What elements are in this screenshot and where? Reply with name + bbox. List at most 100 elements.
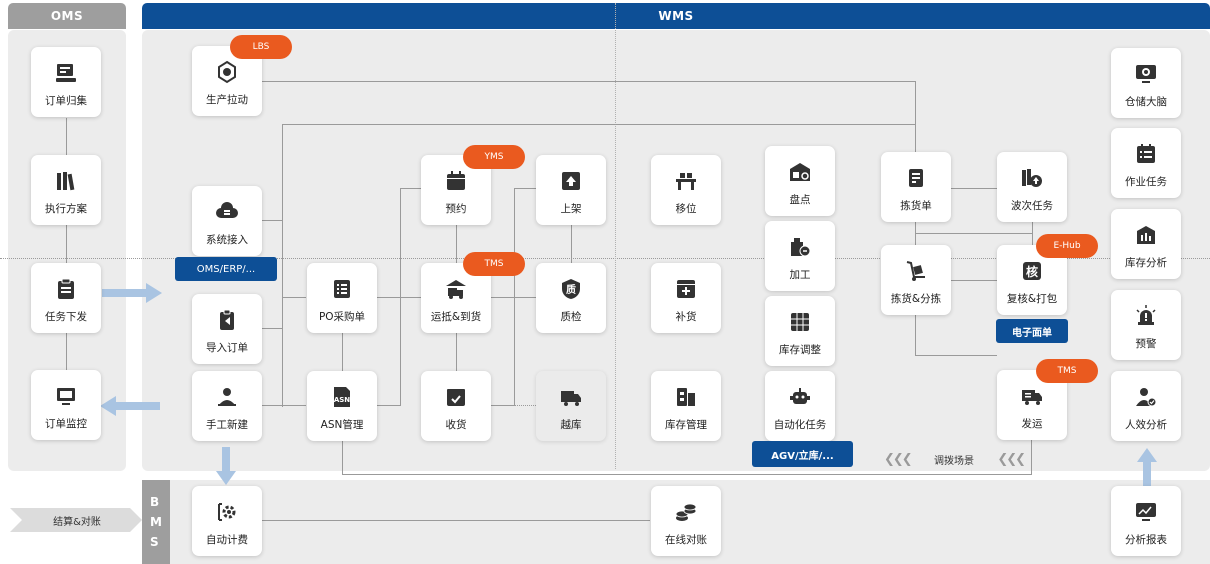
clipboard-icon (58, 278, 74, 299)
card-label: 仓储大脑 (1125, 96, 1167, 108)
calendar-icon (447, 171, 465, 190)
card-cross-dock[interactable]: 越库 (536, 371, 606, 441)
card-auto-billing[interactable]: 自动计费 (192, 486, 262, 556)
gear-icon (218, 503, 236, 521)
card-task-dispatch[interactable]: 任务下发 (31, 263, 101, 333)
arrow-left-icon (100, 396, 160, 416)
cloud-server-icon (216, 202, 238, 218)
divider-dotted-vertical (615, 3, 616, 469)
connector (456, 333, 457, 371)
connector (262, 220, 282, 221)
hexagon-network-icon (218, 60, 236, 84)
card-warning[interactable]: 预警 (1111, 290, 1181, 360)
bms-header-text: BMS (150, 492, 162, 552)
card-inventory-analysis[interactable]: 库存分析 (1111, 209, 1181, 279)
wms-header: WMS (142, 3, 1210, 29)
card-label: 预约 (445, 203, 467, 215)
card-manual-create[interactable]: 手工新建 (192, 371, 262, 441)
card-move[interactable]: 移位 (651, 155, 721, 225)
connector (514, 188, 536, 189)
chevrons-left-icon: ❮❮❮ (997, 451, 1026, 467)
card-stocktake[interactable]: 盘点 (765, 146, 835, 216)
card-label: 导入订单 (206, 342, 248, 354)
report-chart-icon (1136, 503, 1156, 521)
card-inventory-adjust[interactable]: 库存调整 (765, 296, 835, 366)
card-analysis-report[interactable]: 分析报表 (1111, 486, 1181, 556)
card-execution-plan[interactable]: 执行方案 (31, 155, 101, 225)
card-quality[interactable]: 质 质检 (536, 263, 606, 333)
card-shelve[interactable]: 上架 (536, 155, 606, 225)
move-shelf-icon (676, 173, 696, 190)
card-label: 上架 (560, 203, 582, 215)
books-icon (57, 172, 75, 191)
svg-text:ASN: ASN (334, 396, 350, 404)
connector (950, 188, 997, 189)
pill-yms: YMS (463, 145, 525, 169)
transfer-scene: ❮❮❮ 调拨场景 ❮❮❮ (884, 450, 1026, 468)
arrow-down-icon (216, 447, 236, 485)
connector (915, 233, 1033, 234)
card-label: 运抵&到货 (430, 311, 482, 323)
card-label: 订单监控 (45, 418, 87, 430)
arrow-right-icon (102, 283, 162, 303)
card-import-order[interactable]: 导入订单 (192, 294, 262, 364)
connector (456, 225, 457, 263)
card-receive[interactable]: 收货 (421, 371, 491, 441)
bar-analysis-icon (1137, 226, 1155, 244)
card-label: 越库 (560, 419, 582, 431)
connector (571, 225, 572, 263)
card-order-collection[interactable]: 订单归集 (31, 47, 101, 117)
card-order-monitor[interactable]: 订单监控 (31, 370, 101, 440)
card-online-reconcile[interactable]: 在线对账 (651, 486, 721, 556)
bms-header: BMS (142, 480, 170, 564)
pill-lbs: LBS (230, 35, 292, 59)
card-po-order[interactable]: PO采购单 (307, 263, 377, 333)
quality-shield-icon: 质 (562, 279, 580, 299)
card-pick-sort[interactable]: 拣货&分拣 (881, 245, 951, 315)
list-doc-icon (334, 280, 350, 298)
card-label: 复核&打包 (1006, 293, 1058, 305)
card-work-task[interactable]: 作业任务 (1111, 128, 1181, 198)
card-process[interactable]: 加工 (765, 221, 835, 291)
connector (262, 81, 916, 82)
connector (377, 405, 400, 406)
connector (262, 520, 650, 521)
card-label: 移位 (675, 203, 697, 215)
connector (262, 405, 306, 406)
connector (1032, 221, 1033, 245)
card-replenish[interactable]: 补货 (651, 263, 721, 333)
oms-header: OMS (8, 3, 126, 29)
card-warehouse-brain[interactable]: 仓储大脑 (1111, 48, 1181, 118)
robot-icon (790, 388, 810, 404)
card-automation-task[interactable]: 自动化任务 (765, 371, 835, 441)
dashboard-screen-icon (1136, 65, 1156, 83)
checklist-icon (1137, 144, 1155, 163)
connector (282, 297, 306, 298)
card-label: 补货 (675, 311, 697, 323)
card-label: 分析报表 (1125, 534, 1167, 546)
warehouse-search-icon (790, 163, 810, 181)
tag-oms-erp: OMS/ERP/... (175, 257, 277, 281)
card-system-access[interactable]: 系统接入 (192, 186, 262, 256)
card-efficiency-analysis[interactable]: 人效分析 (1111, 371, 1181, 441)
card-picking-order[interactable]: 拣货单 (881, 152, 951, 222)
card-label: 自动计费 (206, 534, 248, 546)
card-label: 手工新建 (206, 419, 248, 431)
ship-truck-icon (1022, 390, 1042, 405)
box-check-icon (447, 389, 465, 406)
grid-adjust-icon (791, 313, 809, 331)
svg-text:质: 质 (566, 283, 576, 296)
pill-tms-arrival: TMS (463, 252, 525, 276)
connector (400, 188, 401, 406)
transfer-scene-label: 调拨场景 (934, 455, 974, 467)
connector-dotted (514, 405, 538, 406)
card-asn-manage[interactable]: ASN ASN管理 (307, 371, 377, 441)
card-label: 系统接入 (206, 234, 248, 246)
card-label: 收货 (445, 419, 467, 431)
connector (950, 280, 997, 281)
svg-text:核: 核 (1026, 264, 1038, 279)
card-inventory-manage[interactable]: 库存管理 (651, 371, 721, 441)
connector (400, 188, 421, 189)
card-wave-task[interactable]: 波次任务 (997, 152, 1067, 222)
tag-agv: AGV/立库/... (752, 441, 853, 467)
